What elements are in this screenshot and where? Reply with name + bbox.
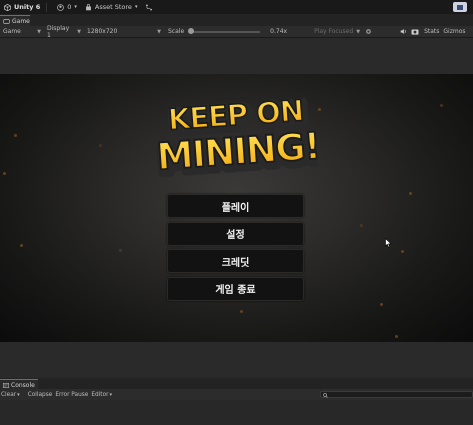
ore-particle	[409, 192, 412, 195]
letterbox-bottom	[0, 342, 473, 378]
console-search-input[interactable]	[320, 391, 473, 398]
tab-game[interactable]: Game	[0, 15, 30, 26]
main-menu: 플레이 설정 크레딧 게임 종료	[167, 194, 304, 304]
view-dropdown[interactable]: Game ▼	[0, 28, 44, 35]
chevron-down-icon: ▼	[37, 28, 41, 35]
game-view-toolbar: Game ▼ Display 1 ▼ 1280x720 ▼ Scale 0.74x P…	[0, 25, 473, 39]
ore-particle	[318, 108, 321, 111]
console-toolbar: Clear ▾ Collapse Error Pause Editor ▾	[0, 389, 473, 400]
play-mode-dropdown[interactable]: Play Focused ▼	[311, 28, 363, 35]
camera-icon[interactable]	[411, 28, 419, 35]
asset-store-dropdown[interactable]: Asset Store ▾	[85, 3, 138, 11]
shopping-bag-icon	[85, 3, 91, 10]
gamepad-icon	[3, 18, 10, 24]
chevron-down-icon: ▼	[77, 28, 81, 35]
asset-store-label: Asset Store	[94, 3, 132, 11]
console-icon	[3, 382, 9, 388]
clear-button[interactable]: Clear	[1, 392, 16, 398]
ore-particle	[360, 224, 363, 227]
ore-particle	[440, 104, 443, 107]
quit-button[interactable]: 게임 종료	[167, 276, 304, 301]
ore-particle	[3, 172, 6, 175]
version-control-icon	[146, 3, 153, 11]
unity-menu[interactable]: Unity 6	[4, 3, 40, 11]
resolution-dropdown-label: 1280x720	[87, 28, 118, 35]
credits-button[interactable]: 크레딧	[167, 249, 304, 273]
version-control-button[interactable]	[145, 3, 153, 11]
chevron-down-icon: ▾	[134, 4, 138, 10]
ore-particle	[99, 144, 102, 147]
ore-particle	[401, 250, 404, 253]
error-pause-button[interactable]: Error Pause	[55, 392, 88, 398]
ore-particle	[14, 134, 17, 137]
ore-particle	[380, 303, 383, 306]
play-mode-label: Play Focused	[314, 28, 354, 35]
ore-particle	[119, 249, 122, 252]
audio-icon[interactable]	[400, 28, 407, 35]
ore-particle	[240, 310, 243, 313]
ore-particle	[395, 335, 398, 338]
layout-button[interactable]	[453, 2, 467, 12]
account-count: 0	[67, 3, 72, 11]
settings-button[interactable]: 설정	[167, 221, 304, 246]
divider	[46, 2, 48, 12]
view-dropdown-label: Game	[3, 28, 21, 35]
scale-label: Scale	[168, 28, 185, 35]
search-icon	[323, 393, 328, 398]
console-log-area[interactable]	[0, 400, 473, 425]
layout-icon	[457, 4, 463, 10]
mouse-cursor-icon	[385, 238, 392, 248]
gizmos-button[interactable]: Gizmos	[443, 28, 465, 35]
game-view[interactable]: KEEP ON KEEP ON MINING! MINING! 플레이 설정 크…	[0, 74, 473, 342]
gear-icon[interactable]	[365, 28, 372, 35]
console-tab-bar: Console	[0, 378, 473, 390]
scale-slider-knob[interactable]	[188, 28, 195, 34]
chevron-down-icon: ▼	[356, 28, 361, 35]
letterbox-top	[0, 38, 473, 74]
editor-topbar: Unity 6 0 ▾ Asset Store ▾	[0, 0, 473, 14]
scale-value: 0.74x	[270, 28, 288, 35]
display-dropdown-label: Display 1	[47, 24, 70, 39]
tab-console-label: Console	[11, 381, 35, 389]
ore-particle	[20, 244, 23, 247]
editor-dropdown[interactable]: Editor	[91, 392, 108, 398]
stats-button[interactable]: Stats	[424, 28, 439, 35]
chevron-down-icon: ▼	[157, 28, 161, 35]
resolution-dropdown[interactable]: 1280x720 ▼	[84, 28, 164, 35]
app-name: Unity 6	[14, 3, 41, 11]
display-dropdown[interactable]: Display 1 ▼	[44, 25, 84, 39]
chevron-down-icon: ▾	[74, 4, 77, 10]
collapse-button[interactable]: Collapse	[28, 392, 53, 398]
chevron-down-icon: ▾	[109, 391, 113, 398]
game-logo: KEEP ON KEEP ON MINING! MINING!	[156, 94, 318, 178]
scale-slider[interactable]	[188, 28, 261, 34]
unity-logo-icon	[4, 3, 11, 11]
play-button[interactable]: 플레이	[167, 194, 304, 218]
account-icon	[57, 3, 65, 11]
chevron-down-icon: ▾	[17, 391, 20, 398]
tab-game-label: Game	[12, 17, 30, 25]
account-dropdown[interactable]: 0 ▾	[57, 3, 77, 11]
